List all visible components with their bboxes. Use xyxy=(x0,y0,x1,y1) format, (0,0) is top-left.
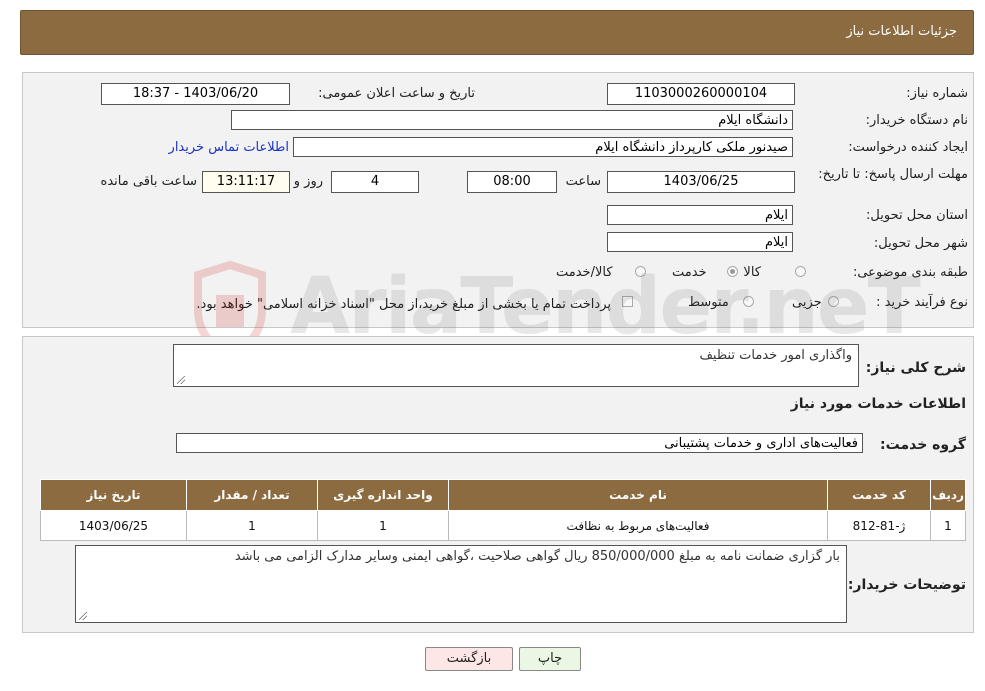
resize-grip-icon[interactable] xyxy=(177,376,185,384)
col-unit: واحد اندازه گیری xyxy=(317,479,449,511)
deadline-time-field[interactable]: 08:00 xyxy=(467,171,557,193)
announce-datetime-field[interactable]: 1403/06/20 - 18:37 xyxy=(101,83,290,105)
cell-row-number: 1 xyxy=(930,510,966,541)
deadline-time-label: ساعت xyxy=(565,174,601,189)
service-group-label: گروه خدمت: xyxy=(880,437,966,453)
days-remaining-field[interactable]: 4 xyxy=(331,171,419,193)
need-number-field[interactable]: 1103000260000104 xyxy=(607,83,795,105)
category-label: طبقه بندی موضوعی: xyxy=(852,265,968,280)
summary-text: واگذاری امور خدمات تنظیف xyxy=(699,348,852,363)
col-quantity: تعداد / مقدار xyxy=(186,479,318,511)
service-group-field[interactable]: فعالیت‌های اداری و خدمات پشتیبانی xyxy=(176,433,863,453)
buyer-notes-label: توضیحات خریدار: xyxy=(847,577,966,593)
creator-field[interactable]: صیدنور ملکی کارپرداز دانشگاه ایلام xyxy=(293,137,793,157)
buyer-org-field[interactable]: دانشگاه ایلام xyxy=(231,110,793,130)
city-field[interactable]: ایلام xyxy=(607,232,793,252)
back-button[interactable]: بازگشت xyxy=(425,647,513,671)
services-table-header: ردیف کد خدمت نام خدمت واحد اندازه گیری ت… xyxy=(40,479,966,511)
category-radio-goods-service[interactable] xyxy=(635,266,646,277)
treasury-payment-note: پرداخت تمام یا بخشی از مبلغ خرید،از محل … xyxy=(196,297,611,312)
col-row-number: ردیف xyxy=(930,479,966,511)
process-type-label: نوع فرآیند خرید : xyxy=(876,295,968,310)
print-button[interactable]: چاپ xyxy=(519,647,581,671)
buyer-notes-text: بار گزاری ضمانت نامه به مبلغ 850/000/000… xyxy=(234,549,840,564)
col-service-code: کد خدمت xyxy=(827,479,931,511)
page-title: جزئیات اطلاعات نیاز xyxy=(846,24,957,39)
announce-datetime-label: تاریخ و ساعت اعلان عمومی: xyxy=(318,86,475,101)
treasury-payment-checkbox[interactable] xyxy=(622,296,633,307)
summary-textarea[interactable]: واگذاری امور خدمات تنظیف xyxy=(173,344,859,387)
category-option-goods-label: کالا xyxy=(743,265,761,280)
process-radio-minor[interactable] xyxy=(828,296,839,307)
cell-unit: 1 xyxy=(317,510,449,541)
resize-grip-icon[interactable] xyxy=(79,612,87,620)
category-option-goods-service-label: کالا/خدمت xyxy=(556,265,613,280)
cell-quantity: 1 xyxy=(186,510,318,541)
services-section-title: اطلاعات خدمات مورد نیاز xyxy=(790,396,966,412)
buyer-org-label: نام دستگاه خریدار: xyxy=(865,113,968,128)
col-need-date: تاریخ نیاز xyxy=(40,479,187,511)
services-table: ردیف کد خدمت نام خدمت واحد اندازه گیری ت… xyxy=(40,479,966,541)
need-number-label: شماره نیاز: xyxy=(906,86,968,101)
buyer-notes-textarea[interactable]: بار گزاری ضمانت نامه به مبلغ 850/000/000… xyxy=(75,545,847,623)
summary-label: شرح کلی نیاز: xyxy=(865,360,966,376)
cell-service-name: فعالیت‌های مربوط به نظافت xyxy=(448,510,828,541)
buyer-contact-link[interactable]: اطلاعات تماس خریدار xyxy=(169,140,289,155)
province-field[interactable]: ایلام xyxy=(607,205,793,225)
col-service-name: نام خدمت xyxy=(448,479,828,511)
remaining-time-field[interactable]: 13:11:17 xyxy=(202,171,290,193)
deadline-label: مهلت ارسال پاسخ: تا تاریخ: xyxy=(818,167,968,182)
city-label: شهر محل تحویل: xyxy=(873,236,968,251)
process-option-medium-label: متوسط xyxy=(688,295,729,310)
category-radio-service[interactable] xyxy=(727,266,738,277)
cell-need-date: 1403/06/25 xyxy=(40,510,187,541)
province-label: استان محل تحویل: xyxy=(866,208,968,223)
days-label: روز و xyxy=(293,174,323,189)
process-option-minor-label: جزیی xyxy=(792,295,822,310)
table-row: 1 ژ-81-812 فعالیت‌های مربوط به نظافت 1 1… xyxy=(40,510,966,541)
deadline-date-field[interactable]: 1403/06/25 xyxy=(607,171,795,193)
creator-label: ایجاد کننده درخواست: xyxy=(848,140,968,155)
category-radio-goods[interactable] xyxy=(795,266,806,277)
remaining-time-label: ساعت باقی مانده xyxy=(100,174,197,189)
category-option-service-label: خدمت xyxy=(672,265,707,280)
page-header: جزئیات اطلاعات نیاز xyxy=(20,10,974,55)
cell-service-code: ژ-81-812 xyxy=(827,510,931,541)
process-radio-medium[interactable] xyxy=(743,296,754,307)
